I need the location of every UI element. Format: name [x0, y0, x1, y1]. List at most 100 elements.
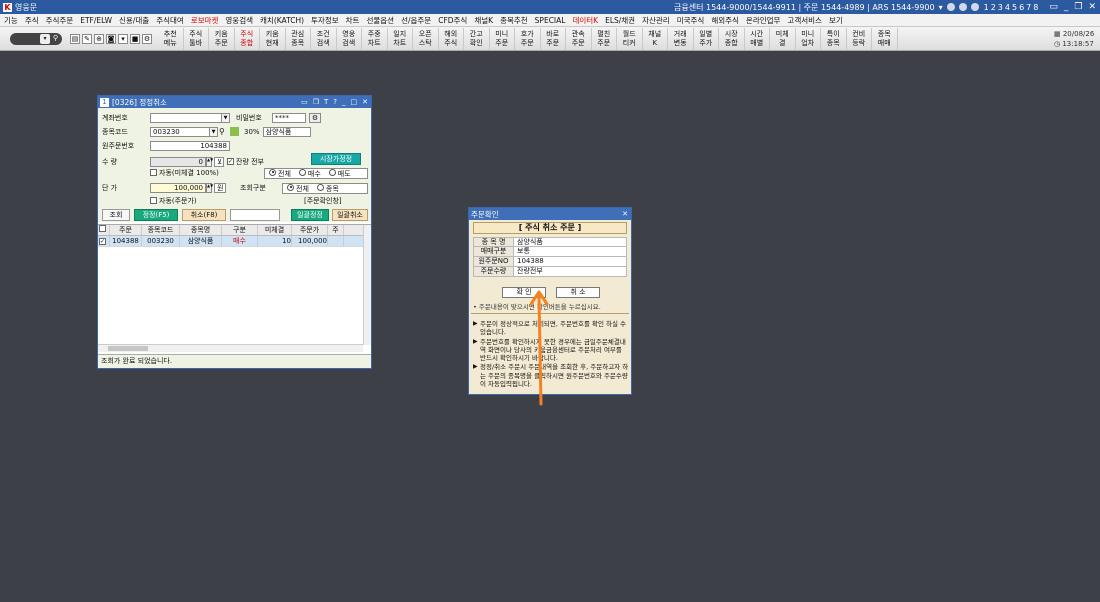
toolbar-button-2[interactable]: 키움 주문	[209, 27, 235, 50]
menu-item-23[interactable]: 고객서비스	[787, 15, 822, 26]
table-row[interactable]: ✓ 104388 003230 삼양식품 매수 10 100,000	[98, 236, 371, 247]
bulk-cancel-button[interactable]: 일괄취소	[332, 209, 368, 221]
minimize-icon[interactable]: _	[342, 98, 346, 106]
account-input[interactable]	[150, 112, 222, 123]
screen-page-8[interactable]: 8	[1033, 3, 1038, 12]
toolbar-button-7[interactable]: 영웅 검색	[337, 27, 362, 50]
modify-f5-button[interactable]: 정정(F5)	[134, 209, 178, 221]
screen-search-input[interactable]: ▾ ⚲	[10, 32, 62, 45]
alert-icon[interactable]: ■	[130, 33, 140, 44]
radio-all[interactable]: 전체	[269, 168, 291, 179]
vertical-scrollbar[interactable]	[363, 225, 371, 345]
search-icon[interactable]: ⚲	[219, 127, 228, 137]
toolbar-button-21[interactable]: 일별 주가	[694, 27, 719, 50]
menu-item-17[interactable]: 데이터K	[572, 15, 598, 26]
column-header-1[interactable]: 종목코드	[142, 225, 180, 235]
scroll-thumb[interactable]	[108, 346, 148, 351]
dialog-titlebar[interactable]: 주문확인 ✕	[469, 208, 631, 220]
column-header-0[interactable]: 주문	[110, 225, 142, 235]
stock-info-icon[interactable]	[230, 127, 239, 136]
menu-item-16[interactable]: SPECIAL	[535, 16, 566, 25]
open-file-icon[interactable]: ▤	[70, 33, 80, 44]
screen-page-7[interactable]: 7	[1026, 3, 1031, 12]
radio-stock[interactable]: 종목	[316, 183, 339, 194]
chevron-down-icon[interactable]: ▼	[210, 126, 218, 137]
toolbar-button-5[interactable]: 관심 종목	[286, 27, 311, 50]
menu-item-20[interactable]: 미국주식	[677, 15, 705, 26]
close-icon[interactable]: ✕	[1088, 2, 1096, 12]
auto-order-price-checkbox[interactable]	[150, 197, 157, 204]
toolbar-button-0[interactable]: 추천 메뉴	[158, 27, 184, 50]
menu-item-11[interactable]: 선물옵션	[366, 15, 394, 26]
maximize-icon[interactable]: □	[351, 98, 358, 106]
toolbar-button-11[interactable]: 해외 주식	[439, 27, 464, 50]
toolbar-button-25[interactable]: 미니 업차	[796, 27, 821, 50]
password-input[interactable]: ****	[272, 112, 306, 123]
toolbar-button-22[interactable]: 시장 종합	[719, 27, 745, 50]
toolbar-button-20[interactable]: 거래 변동	[668, 27, 694, 50]
restore-icon[interactable]: ❐	[1074, 2, 1082, 12]
row-checkbox[interactable]: ✓	[98, 236, 110, 246]
menu-item-7[interactable]: 영웅검색	[225, 15, 253, 26]
screen-page-2[interactable]: 2	[991, 3, 996, 12]
quantity-input[interactable]: 0	[150, 156, 206, 167]
menu-item-6[interactable]: 로보마켓	[191, 15, 219, 26]
toolbar-button-19[interactable]: 채널 K	[643, 27, 668, 50]
market-price-modify-button[interactable]: 시장가정정	[311, 153, 361, 165]
price-input[interactable]: 100,000	[150, 182, 206, 193]
screen-pages[interactable]: 12345678	[983, 3, 1040, 12]
toolbar-button-4[interactable]: 키움 현재	[260, 27, 286, 50]
radio-sell-dot[interactable]	[328, 168, 336, 176]
menu-item-14[interactable]: 채널K	[474, 15, 493, 26]
keypad-icon[interactable]: ⚙	[309, 112, 321, 123]
menu-item-12[interactable]: 선/옵주문	[401, 15, 431, 26]
toolbar-button-15[interactable]: 바로 주문	[541, 27, 566, 50]
layout-icon[interactable]: ▭	[301, 98, 308, 106]
monitor-icon[interactable]: ▭	[1049, 2, 1058, 12]
order-qty-field[interactable]	[230, 209, 280, 221]
toolbar-button-3[interactable]: 주식 종합	[235, 27, 260, 50]
horizontal-scrollbar[interactable]	[98, 344, 363, 352]
cancel-button[interactable]: 취 소	[556, 287, 600, 298]
settings-icon[interactable]	[958, 3, 967, 11]
menu-item-10[interactable]: 차트	[346, 15, 360, 26]
remaining-all-checkbox[interactable]: ✓	[227, 158, 234, 165]
menu-item-8[interactable]: 캐치(KATCH)	[260, 15, 304, 26]
toolbar-button-17[interactable]: 펼친 주문	[592, 27, 617, 50]
price-stepper[interactable]: ▲▼	[206, 182, 213, 193]
edit-icon[interactable]: ✎	[82, 33, 92, 44]
radio-stock-dot[interactable]	[316, 183, 324, 191]
lookup-button[interactable]: 조회	[102, 209, 130, 221]
radio-all-dot[interactable]	[269, 168, 276, 176]
camera-icon[interactable]: ◙	[106, 33, 116, 44]
auto-unfilled-checkbox[interactable]	[150, 169, 157, 176]
toolbar-button-6[interactable]: 조건 검색	[311, 27, 337, 50]
toolbar-button-23[interactable]: 시간 매별	[745, 27, 770, 50]
globe-icon[interactable]	[946, 3, 955, 11]
toolbar-button-9[interactable]: 일지 차트	[388, 27, 413, 50]
quantity-calc-button[interactable]: ⊻	[214, 156, 224, 167]
close-icon[interactable]: ✕	[622, 210, 628, 218]
cancel-f8-button[interactable]: 취소(F8)	[182, 209, 226, 221]
menu-item-9[interactable]: 투자정보	[311, 15, 339, 26]
gear-icon[interactable]: ⚙	[142, 33, 152, 44]
orig-order-input[interactable]: 104388	[150, 140, 230, 151]
window-titlebar[interactable]: 1 [0326] 정정취소 ▭ ❐ T ? _ □ ✕	[98, 96, 371, 108]
close-icon[interactable]: ✕	[362, 98, 368, 106]
menu-item-13[interactable]: CFD주식	[438, 15, 467, 26]
menu-item-18[interactable]: ELS/채권	[605, 15, 635, 26]
menu-item-19[interactable]: 자산관리	[642, 15, 670, 26]
toolbar-button-16[interactable]: 관속 주문	[566, 27, 592, 50]
radio-all2-dot[interactable]	[287, 183, 294, 191]
menu-item-24[interactable]: 보기	[829, 15, 843, 26]
screen-page-6[interactable]: 6	[1019, 3, 1024, 12]
column-header-5[interactable]: 주문가	[292, 225, 328, 235]
screen-page-1[interactable]: 1	[984, 3, 989, 12]
toolbar-button-14[interactable]: 호가 주문	[515, 27, 541, 50]
menu-item-22[interactable]: 온라인업무	[746, 15, 781, 26]
toolbar-button-28[interactable]: 종목 매매	[872, 27, 898, 50]
column-header-2[interactable]: 종목명	[180, 225, 222, 235]
radio-buy[interactable]: 매수	[298, 168, 321, 179]
help-icon[interactable]: ?	[333, 98, 337, 106]
copy-icon[interactable]: ❐	[313, 98, 319, 106]
